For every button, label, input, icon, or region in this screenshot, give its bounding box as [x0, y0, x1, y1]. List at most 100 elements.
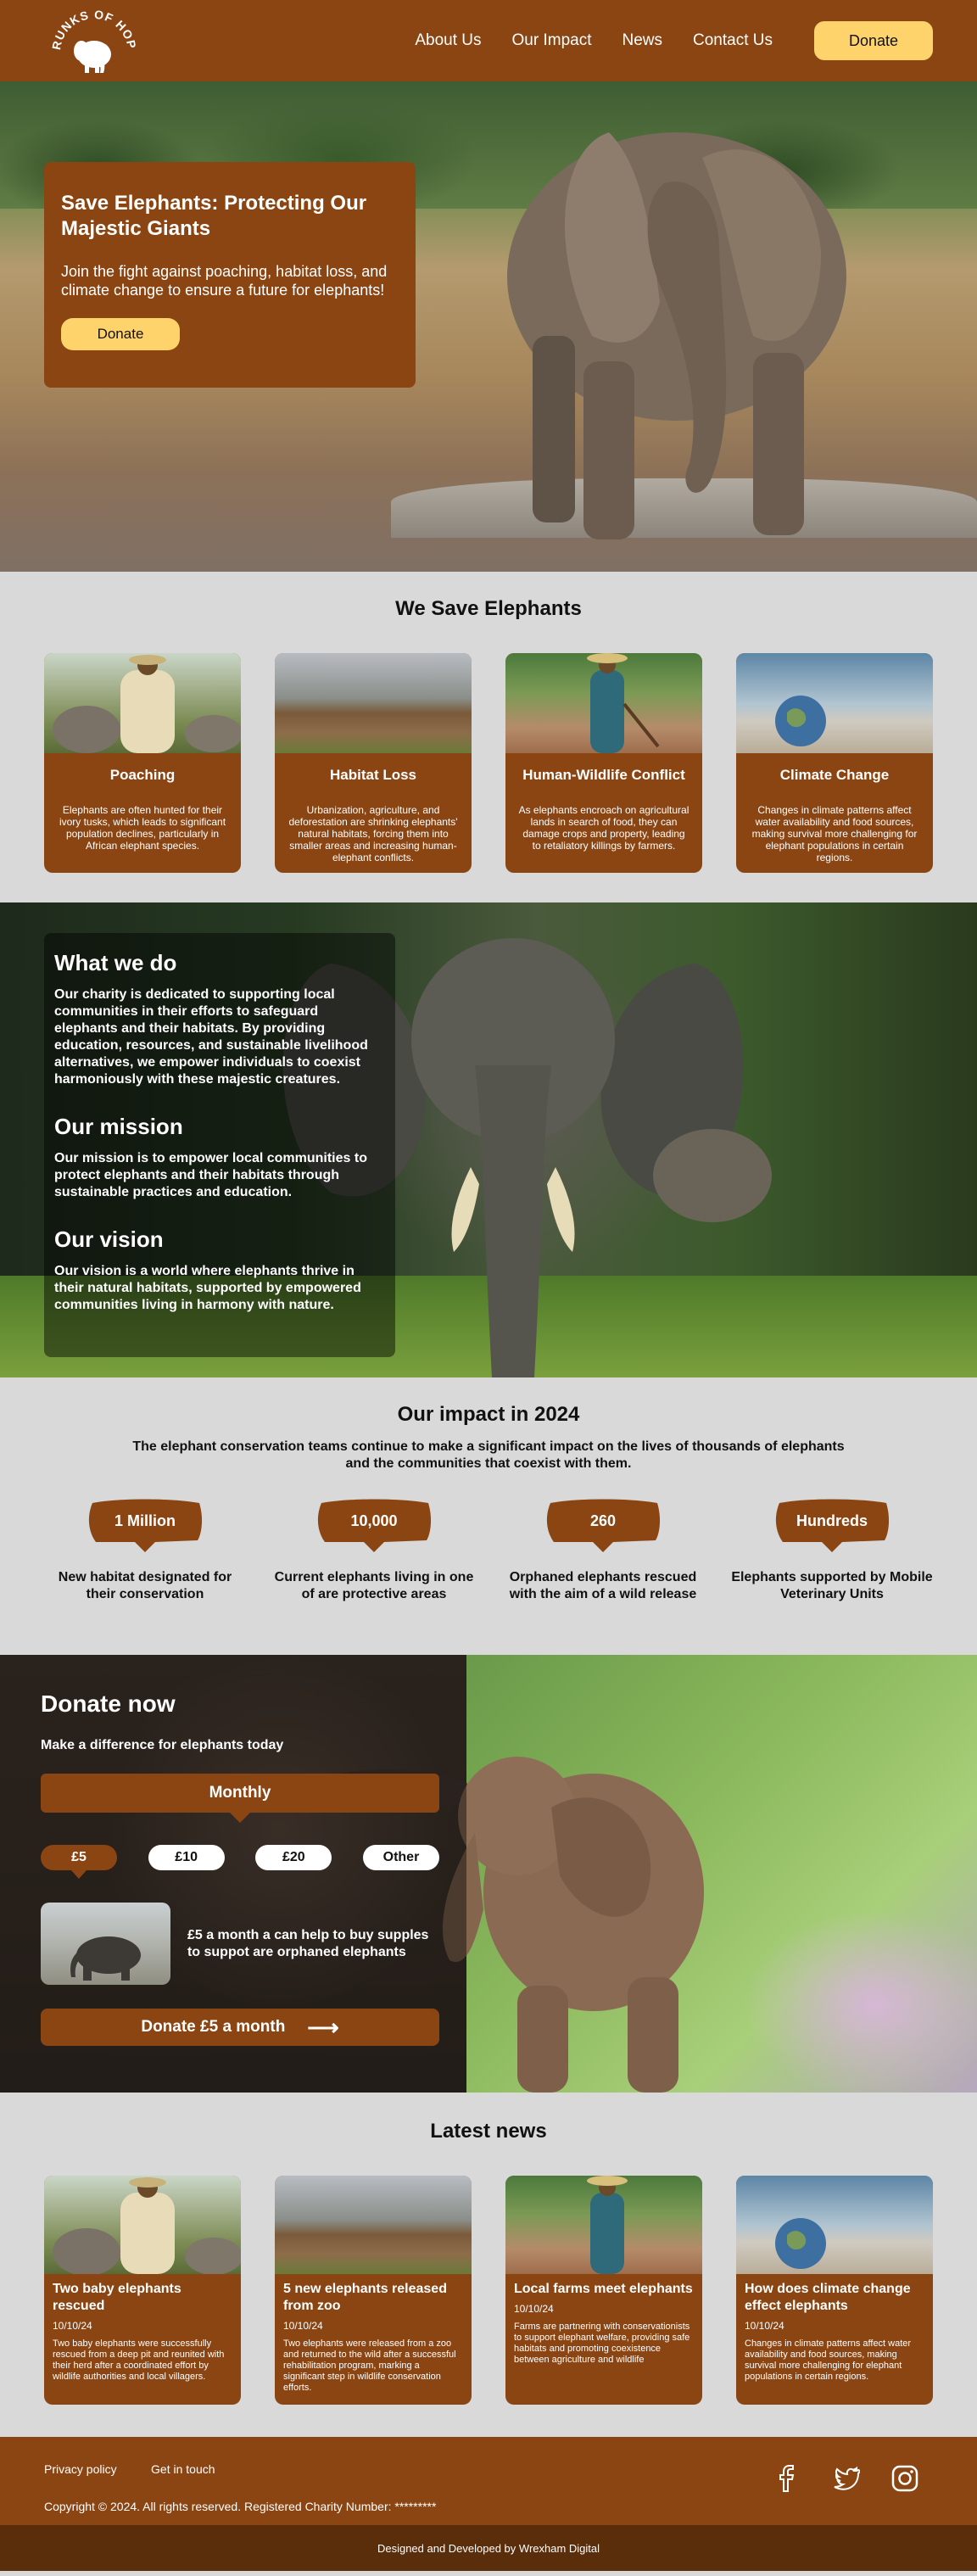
news-headline: Two baby elephants rescued: [53, 2282, 181, 2313]
news-card[interactable]: Two baby elephants rescued 10/10/24 Two …: [44, 2176, 241, 2405]
news-date: 10/10/24: [53, 2320, 92, 2332]
we-save-title: We Save Elephants: [395, 597, 582, 620]
copyright: Copyright © 2024. All rights reserved. R…: [44, 2500, 437, 2513]
we-save-section: We Save Elephants Poaching Elephants are…: [0, 572, 977, 902]
amount-option-other[interactable]: Other: [362, 1845, 439, 1870]
donation-impact: £5 a month a can help to buy supples to …: [41, 1903, 438, 1985]
news-title: Latest news: [430, 2120, 547, 2143]
logo[interactable]: TRUNKS OF HOPE: [43, 0, 141, 78]
header-donate-button[interactable]: Donate: [814, 21, 933, 60]
impact-stat: 10,000 Current elephants living in one o…: [273, 1498, 475, 1603]
donate-section: Donate now Make a difference for elephan…: [0, 1655, 977, 2093]
threat-text: Changes in climate patterns affect water…: [751, 804, 918, 863]
threat-cards: Poaching Elephants are often hunted for …: [0, 653, 977, 873]
hero-text: Join the fight against poaching, habitat…: [61, 263, 388, 299]
donate-cta-button[interactable]: Donate £5 a month ⟶: [41, 2009, 439, 2046]
impact-stat: 260 Orphaned elephants rescued with the …: [502, 1498, 704, 1603]
news-headline: 5 new elephants released from zoo: [283, 2282, 447, 2313]
news-card[interactable]: How does climate change effect elephants…: [736, 2176, 933, 2405]
donation-impact-text: £5 a month a can help to buy supples to …: [187, 1927, 429, 1959]
news-date: 10/10/24: [745, 2320, 784, 2332]
stat-value: Hundreds: [796, 1512, 868, 1529]
privacy-policy-link[interactable]: Privacy policy: [44, 2462, 117, 2476]
news-date: 10/10/24: [514, 2303, 554, 2315]
site-footer: Privacy policy Get in touch Copyright © …: [0, 2437, 977, 2525]
nav-news[interactable]: News: [622, 31, 663, 50]
mission-heading: Our mission: [54, 1114, 183, 1139]
main-nav: About Us Our Impact News Contact Us Dona…: [384, 21, 933, 60]
stat-value: 10,000: [350, 1512, 398, 1529]
instagram-icon[interactable]: [890, 2464, 919, 2493]
news-headline: How does climate change effect elephants: [745, 2282, 911, 2313]
threat-card-poaching[interactable]: Poaching Elephants are often hunted for …: [44, 653, 241, 873]
stat-value: 1 Million: [114, 1512, 176, 1529]
impact-lead: The elephant conservation teams continue…: [132, 1439, 845, 1471]
vision-text: Our vision is a world where elephants th…: [54, 1264, 361, 1312]
hero-donate-button[interactable]: Donate: [61, 318, 180, 350]
twitter-icon[interactable]: [831, 2464, 860, 2493]
latest-news-section: Latest news Two baby elephants rescued 1…: [0, 2093, 977, 2437]
donation-impact-image: [41, 1903, 170, 1985]
stat-badge: 1 Million: [86, 1498, 204, 1552]
amount-option-5[interactable]: £5: [41, 1845, 117, 1879]
facebook-icon[interactable]: [772, 2464, 801, 2493]
stat-label: Current elephants living in one of are p…: [274, 1570, 474, 1601]
hero-section: Save Elephants: Protecting Our Majestic …: [0, 81, 977, 572]
nav-our-impact[interactable]: Our Impact: [512, 31, 592, 50]
nav-contact-us[interactable]: Contact Us: [693, 31, 773, 50]
mission-text: Our mission is to empower local communit…: [54, 1151, 367, 1199]
stat-value: 260: [589, 1512, 617, 1529]
news-card[interactable]: Local farms meet elephants 10/10/24 Farm…: [505, 2176, 702, 2405]
social-links: [772, 2464, 919, 2493]
get-in-touch-link[interactable]: Get in touch: [151, 2462, 215, 2476]
impact-stat: Hundreds Elephants supported by Mobile V…: [731, 1498, 933, 1603]
nav-about-us[interactable]: About Us: [415, 31, 481, 50]
frequency-selector[interactable]: Monthly: [41, 1774, 439, 1823]
human-wildlife-conflict-image: [505, 653, 702, 753]
climate-change-image: [736, 653, 933, 753]
threat-title: Habitat Loss: [329, 767, 417, 783]
vision-heading: Our vision: [54, 1227, 164, 1252]
what-we-do-text: Our charity is dedicated to supporting l…: [54, 987, 368, 1087]
news-image: [44, 2176, 241, 2274]
impact-stats: 1 Million New habitat designated for the…: [0, 1498, 977, 1603]
donate-cta-label: Donate £5 a month: [141, 2018, 286, 2036]
developer-credit: Designed and Developed by Wrexham Digita…: [0, 2525, 977, 2571]
arrow-right-icon: ⟶: [307, 2014, 339, 2040]
news-image: [275, 2176, 472, 2274]
stat-label: Orphaned elephants rescued with the aim …: [509, 1570, 697, 1601]
what-we-do-panel: What we do Our charity is dedicated to s…: [44, 933, 395, 1357]
news-excerpt: Farms are partnering with conservationis…: [514, 2322, 690, 2365]
news-image: [505, 2176, 702, 2274]
what-we-do-section: What we do Our charity is dedicated to s…: [0, 902, 977, 1377]
news-cards: Two baby elephants rescued 10/10/24 Two …: [0, 2176, 977, 2405]
donate-subtitle: Make a difference for elephants today: [41, 1738, 284, 1752]
habitat-loss-image: [275, 653, 472, 753]
amount-options: £5 £10 £20 Other: [41, 1845, 439, 1879]
amount-option-20[interactable]: £20: [255, 1845, 332, 1870]
donate-panel: Donate now Make a difference for elephan…: [0, 1655, 466, 2093]
threat-text: Urbanization, agriculture, and deforesta…: [288, 804, 458, 863]
hero-elephant-image: [507, 132, 846, 539]
news-headline: Local farms meet elephants: [514, 2282, 693, 2296]
threat-title: Climate Change: [779, 767, 890, 783]
impact-title: Our impact in 2024: [397, 1403, 580, 1426]
threat-card-climate-change[interactable]: Climate Change Changes in climate patter…: [736, 653, 933, 873]
stat-badge: Hundreds: [773, 1498, 891, 1552]
threat-card-habitat-loss[interactable]: Habitat Loss Urbanization, agriculture, …: [275, 653, 472, 873]
threat-card-human-wildlife-conflict[interactable]: Human-Wildlife Conflict As elephants enc…: [505, 653, 702, 873]
poaching-image: [44, 653, 241, 753]
site-header: TRUNKS OF HOPE About Us Our Impact News …: [0, 0, 977, 81]
threat-title: Human-Wildlife Conflict: [522, 767, 685, 783]
what-we-do-heading: What we do: [54, 950, 177, 975]
impact-section: Our impact in 2024 The elephant conserva…: [0, 1377, 977, 1655]
stat-label: Elephants supported by Mobile Veterinary…: [731, 1570, 933, 1601]
amount-option-10[interactable]: £10: [148, 1845, 225, 1870]
threat-title: Poaching: [109, 767, 176, 783]
news-card[interactable]: 5 new elephants released from zoo 10/10/…: [275, 2176, 472, 2405]
hero-title: Save Elephants: Protecting Our Majestic …: [61, 192, 367, 240]
donate-title: Donate now: [41, 1690, 176, 1717]
news-excerpt: Two baby elephants were successfully res…: [53, 2339, 225, 2382]
stat-badge: 260: [544, 1498, 662, 1552]
news-date: 10/10/24: [283, 2320, 323, 2332]
